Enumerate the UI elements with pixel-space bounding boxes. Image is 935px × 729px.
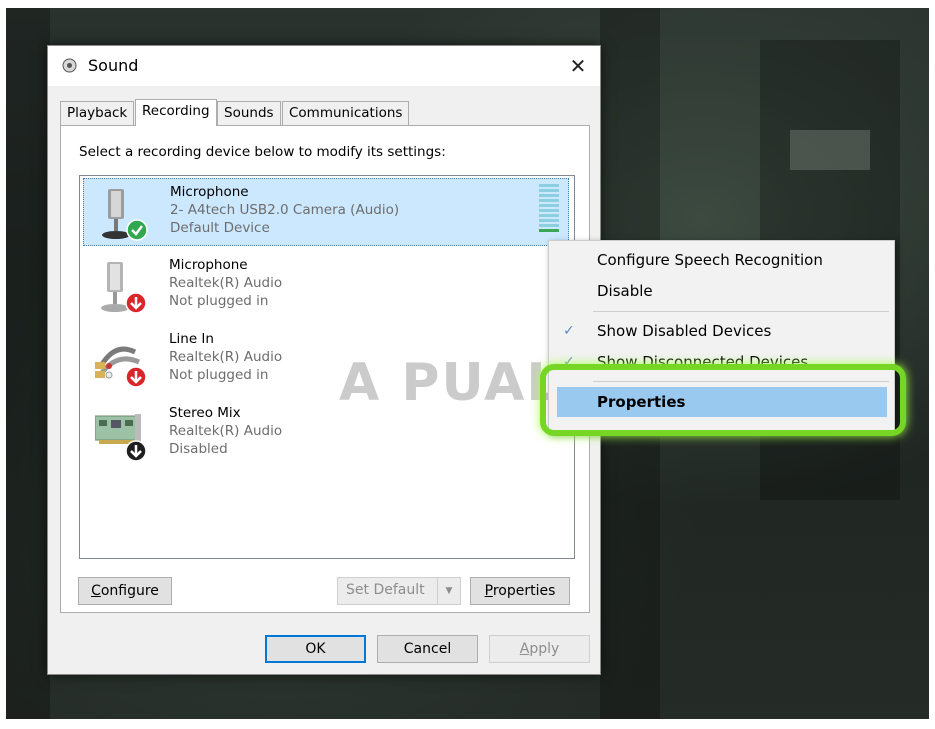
level-meter <box>539 184 559 242</box>
apply-button[interactable]: Apply <box>489 635 590 663</box>
cancel-button[interactable]: Cancel <box>377 635 478 663</box>
device-name: Microphone <box>169 257 248 273</box>
close-button[interactable]: ✕ <box>556 46 600 86</box>
tab-communications[interactable]: Communications <box>282 101 410 125</box>
title-bar[interactable]: Sound ✕ <box>48 46 600 86</box>
device-description: 2- A4tech USB2.0 Camera (Audio) <box>170 202 400 218</box>
device-status: Disabled <box>169 441 228 457</box>
instruction-text: Select a recording device below to modif… <box>79 144 446 160</box>
device-description: Realtek(R) Audio <box>169 423 283 439</box>
checkmark-icon: ✓ <box>563 323 575 339</box>
ok-button[interactable]: OK <box>265 635 366 663</box>
frame-border-right <box>929 0 935 729</box>
unplugged-arrow-icon <box>125 292 147 314</box>
device-name: Line In <box>169 331 214 347</box>
device-status: Not plugged in <box>169 367 269 383</box>
configure-button[interactable]: Configure <box>78 577 172 605</box>
device-description: Realtek(R) Audio <box>169 275 283 291</box>
tab-recording[interactable]: Recording <box>135 99 217 126</box>
device-description: Realtek(R) Audio <box>169 349 283 365</box>
set-default-button[interactable]: Set Default ▼ <box>337 577 461 605</box>
device-status: Default Device <box>170 220 270 236</box>
device-status: Not plugged in <box>169 293 269 309</box>
default-check-icon <box>126 219 148 241</box>
menu-separator <box>593 311 889 312</box>
device-item-microphone-a4tech[interactable]: Microphone 2- A4tech USB2.0 Camera (Audi… <box>83 178 569 246</box>
annotation-highlight-ring <box>540 364 906 436</box>
unplugged-arrow-icon <box>125 366 147 388</box>
device-item-microphone-realtek[interactable]: Microphone Realtek(R) Audio Not plugged … <box>83 252 569 320</box>
frame-border-left <box>0 0 6 729</box>
chevron-down-icon[interactable]: ▼ <box>437 578 460 604</box>
tab-sounds[interactable]: Sounds <box>217 101 281 125</box>
menu-item-disable[interactable]: Disable <box>549 276 894 306</box>
menu-item-configure-speech[interactable]: Configure Speech Recognition <box>549 245 894 275</box>
disabled-arrow-icon <box>125 440 147 462</box>
device-name: Stereo Mix <box>169 405 241 421</box>
window-title: Sound <box>88 56 139 75</box>
menu-item-show-disabled[interactable]: ✓ Show Disabled Devices <box>549 316 894 346</box>
frame-border-bottom <box>0 719 935 729</box>
tab-playback[interactable]: Playback <box>60 101 135 125</box>
properties-button[interactable]: Properties <box>470 577 570 605</box>
frame-border-top <box>0 0 935 8</box>
device-name: Microphone <box>170 184 249 200</box>
speaker-icon <box>62 58 77 73</box>
